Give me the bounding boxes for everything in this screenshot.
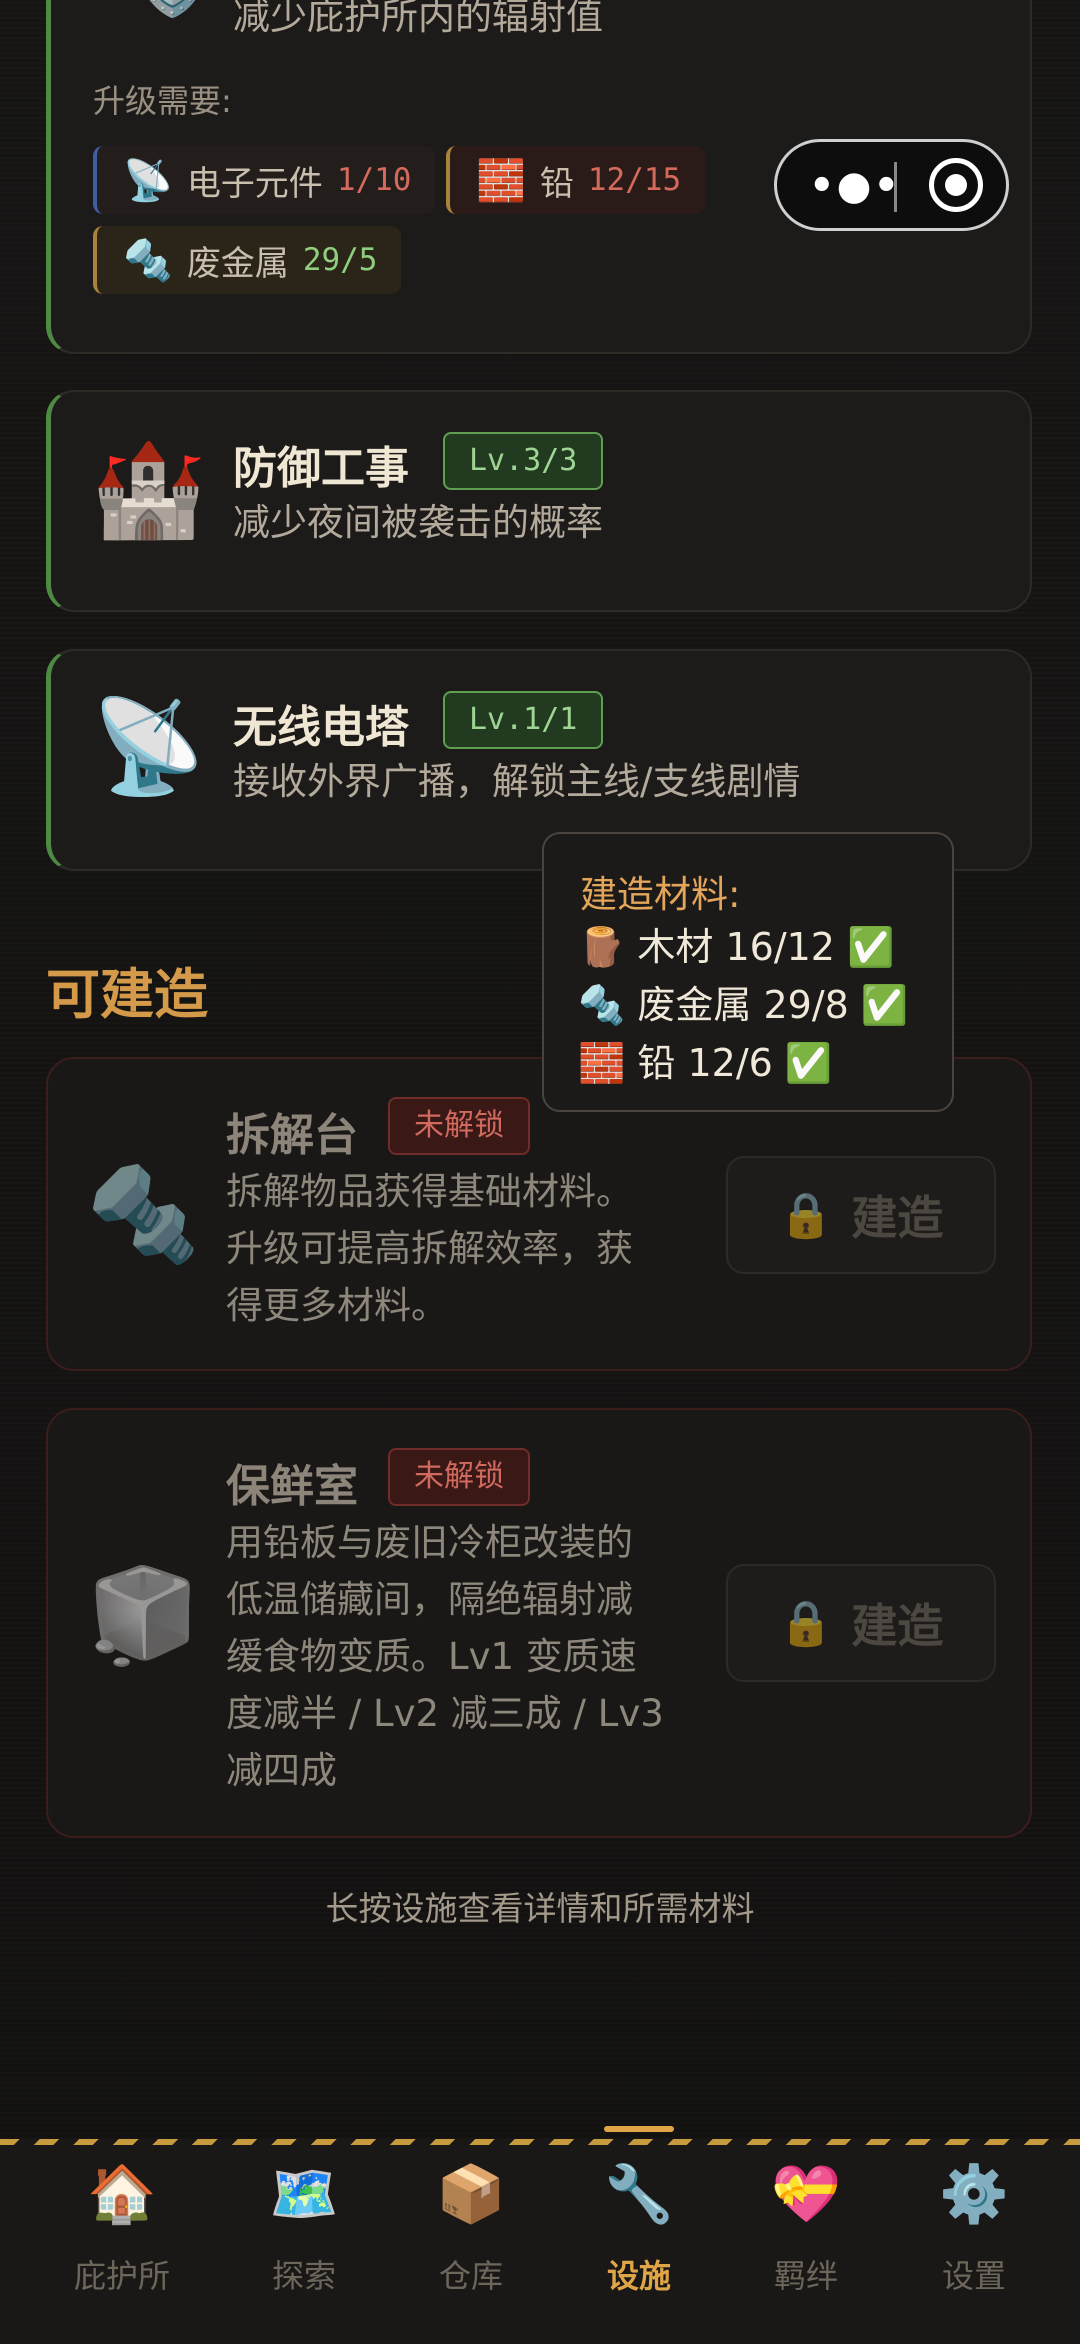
map-icon: 🗺️ [269, 2162, 339, 2227]
capsule-divider [894, 162, 897, 212]
tab-explore[interactable]: 🗺️ 探索 [224, 2155, 384, 2297]
desc-line: 减四成 [226, 1749, 337, 1792]
tooltip-material-scrap-metal: 🔩 废金属 29/8 ✅ [578, 983, 909, 1027]
gear-icon: ⚙️ [939, 2162, 1009, 2227]
requirement-count: 1/10 [336, 162, 412, 198]
tab-label: 仓库 [438, 2257, 503, 2295]
desc-line: 得更多材料。 [226, 1284, 448, 1327]
requirement-chip-electronics: 📡 电子元件 1/10 [93, 146, 436, 214]
tooltip-material-wood: 🪵 木材 16/12 ✅ [578, 925, 895, 969]
facility-desc: 接收外界广播，解锁主线/支线剧情 [233, 760, 801, 803]
nut-bolt-icon: 🔩 [86, 1161, 201, 1268]
build-button[interactable]: 🔒 建造 [726, 1156, 996, 1274]
facility-name: 保鲜室 [226, 1461, 358, 1512]
tooltip-material-lead: 🧱 铅 12/6 ✅ [578, 1041, 833, 1085]
section-title-buildable: 可建造 [46, 963, 208, 1026]
facility-card-fortification[interactable]: 🏰 防御工事 Lv.3/3 减少夜间被袭击的概率 [46, 390, 1032, 612]
facility-desc: 减少庇护所内的辐射值 [233, 0, 603, 38]
requirement-count: 12/15 [587, 162, 682, 198]
desc-line: 拆解物品获得基础材料。 [226, 1170, 633, 1213]
level-badge: Lv.3/3 [443, 432, 604, 490]
requirement-name: 废金属 [186, 243, 289, 284]
facility-name: 拆解台 [226, 1110, 358, 1161]
tab-settings[interactable]: ⚙️ 设置 [894, 2155, 1054, 2297]
requirement-chip-lead: 🧱 铅 12/15 [446, 146, 706, 214]
requirement-name: 铅 [539, 163, 574, 204]
facility-card-cold-storage[interactable]: 🧊 保鲜室 未解锁 用铅板与废旧冷柜改装的 低温储藏间，隔绝辐射减 缓食物变质。… [46, 1408, 1032, 1838]
requirement-name: 电子元件 [186, 163, 323, 204]
tab-label: 设置 [941, 2257, 1006, 2295]
house-icon: 🏠 [87, 2162, 157, 2227]
build-button-label: 建造 [851, 1191, 944, 1245]
facility-desc: 减少夜间被袭击的概率 [233, 501, 603, 544]
long-press-hint: 长按设施查看详情和所需材料 [325, 1889, 755, 1928]
tab-label: 探索 [271, 2257, 336, 2295]
hazard-stripe [0, 2139, 1080, 2145]
desc-line: 低温储藏间，隔绝辐射减 [226, 1578, 633, 1621]
desc-line: 缓食物变质。Lv1 变质速 [226, 1635, 637, 1678]
desc-line: 度减半 / Lv2 减三成 / Lv3 [226, 1692, 664, 1735]
tab-bonds[interactable]: 💝 羁绊 [726, 2155, 886, 2297]
castle-icon: 🏰 [91, 436, 206, 543]
more-dots-icon[interactable]: •●• [809, 162, 901, 210]
build-materials-tooltip: 建造材料: 🪵 木材 16/12 ✅ 🔩 废金属 29/8 ✅ 🧱 铅 12/6… [542, 832, 954, 1112]
locked-badge: 未解锁 [388, 1448, 530, 1506]
desc-line: 升级可提高拆解效率，获 [226, 1227, 633, 1270]
tab-label: 设施 [606, 2257, 671, 2295]
locked-badge: 未解锁 [388, 1097, 530, 1155]
ice-cube-icon: 🧊 [86, 1562, 201, 1669]
lock-icon: 🔒 [778, 1190, 834, 1241]
tab-warehouse[interactable]: 📦 仓库 [391, 2155, 551, 2297]
wrench-icon: 🔧 [604, 2162, 674, 2227]
target-icon[interactable] [929, 158, 983, 212]
package-icon: 📦 [436, 2162, 506, 2227]
facility-name: 无线电塔 [233, 702, 409, 753]
satellite-dish-icon: 📡 [91, 693, 206, 800]
facility-desc: 用铅板与废旧冷柜改装的 低温储藏间，隔绝辐射减 缓食物变质。Lv1 变质速 度减… [226, 1514, 664, 1799]
build-button-label: 建造 [851, 1599, 944, 1653]
requirement-count: 29/5 [302, 242, 378, 278]
tab-facilities[interactable]: 🔧 设施 [559, 2155, 719, 2297]
active-tab-indicator [604, 2126, 674, 2132]
mini-program-capsule: •●• [774, 139, 1009, 231]
level-badge: Lv.1/1 [443, 691, 604, 749]
brick-icon: 🧱 [476, 157, 526, 204]
facility-desc: 拆解物品获得基础材料。 升级可提高拆解效率，获 得更多材料。 [226, 1163, 633, 1334]
tab-label: 庇护所 [73, 2257, 170, 2295]
desc-line: 用铅板与废旧冷柜改装的 [226, 1521, 633, 1564]
satellite-icon: 📡 [123, 157, 173, 204]
tab-shelter[interactable]: 🏠 庇护所 [42, 2155, 202, 2297]
build-button[interactable]: 🔒 建造 [726, 1564, 996, 1682]
tooltip-title: 建造材料: [580, 873, 741, 916]
facility-name: 防御工事 [233, 443, 409, 494]
tab-label: 羁绊 [773, 2257, 838, 2295]
requirement-chip-scrap-metal: 🔩 废金属 29/5 [93, 226, 402, 294]
shield-icon: 🛡️ [115, 0, 230, 14]
requirements-label: 升级需要: [93, 82, 232, 120]
nut-bolt-icon: 🔩 [123, 237, 173, 284]
lock-icon: 🔒 [778, 1598, 834, 1649]
heart-gift-icon: 💝 [771, 2162, 841, 2227]
